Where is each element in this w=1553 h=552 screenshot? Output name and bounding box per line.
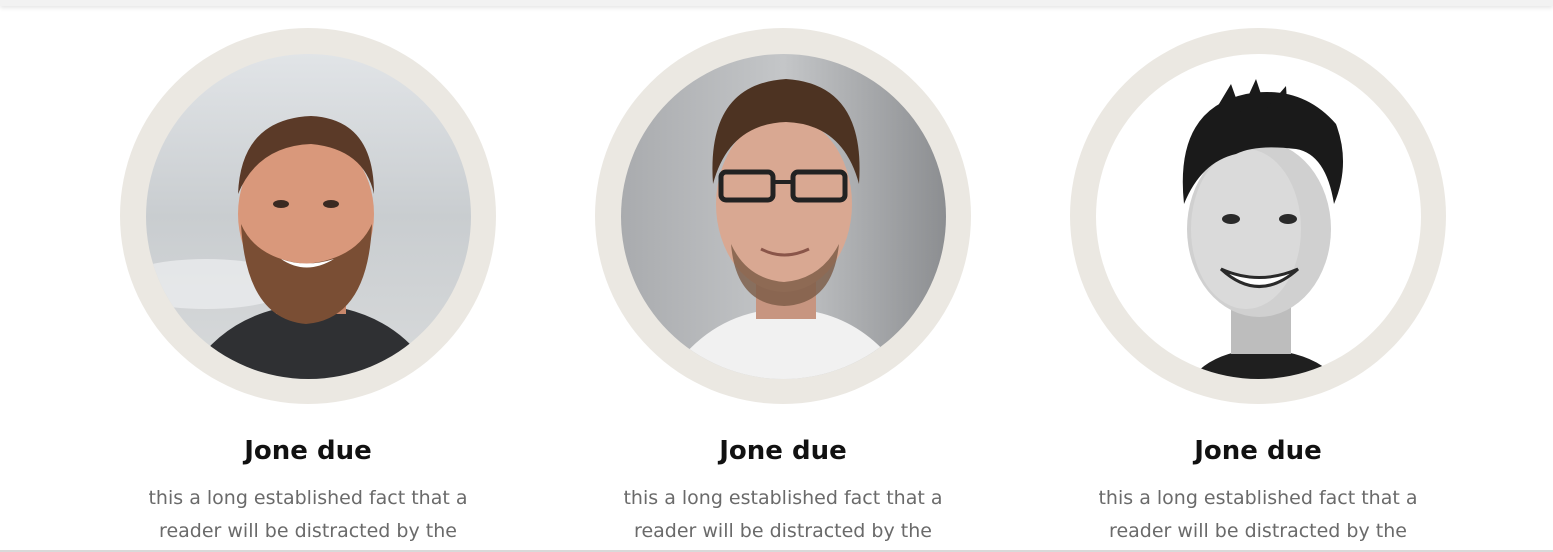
bearded-man-photo	[145, 53, 471, 379]
member-description: this a long established fact that a read…	[148, 487, 468, 542]
avatar-frame	[595, 28, 971, 404]
avatar	[1095, 53, 1421, 379]
member-name: Jone due	[1194, 436, 1322, 466]
team-member-card: Jone due this a long established fact th…	[1070, 28, 1446, 548]
team-member-card: Jone due this a long established fact th…	[120, 28, 496, 548]
avatar	[620, 53, 946, 379]
team-member-card: Jone due this a long established fact th…	[595, 28, 971, 548]
member-name: Jone due	[719, 436, 847, 466]
smiling-young-man-bw-photo	[1095, 53, 1421, 379]
member-name: Jone due	[244, 436, 372, 466]
man-with-glasses-photo	[620, 53, 946, 379]
avatar	[145, 53, 471, 379]
avatar-frame	[120, 28, 496, 404]
header-shadow	[0, 0, 1553, 6]
member-description: this a long established fact that a read…	[623, 487, 943, 542]
team-section: Jone due this a long established fact th…	[0, 0, 1553, 552]
avatar-frame	[1070, 28, 1446, 404]
member-description: this a long established fact that a read…	[1098, 487, 1418, 542]
